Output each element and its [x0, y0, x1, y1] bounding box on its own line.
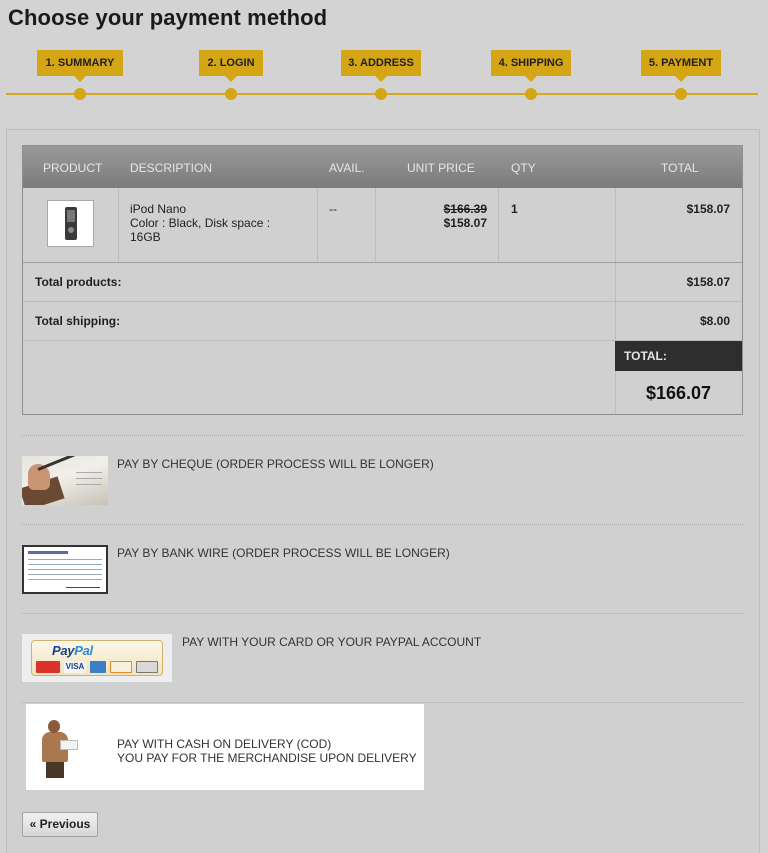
- page-title: Choose your payment method: [8, 5, 328, 30]
- cod-sublabel[interactable]: You pay for the merchandise upon deliver…: [117, 751, 417, 765]
- divider: [22, 702, 743, 703]
- paypal-image[interactable]: PayPal VISA: [22, 634, 172, 682]
- cheque-image[interactable]: [22, 456, 108, 505]
- step-payment: 5. PAYMENT: [641, 50, 721, 82]
- previous-button[interactable]: « Previous: [22, 812, 98, 837]
- col-total: Total: [661, 161, 699, 175]
- cart-summary-table: Product Description Avail. Unit price Qt…: [22, 145, 743, 415]
- discover-icon: [110, 661, 132, 673]
- grand-total: $166.07: [645, 383, 712, 403]
- cod-label[interactable]: Pay with cash on delivery (COD): [117, 737, 331, 751]
- step-dot: [225, 88, 237, 100]
- product-attributes: Color : Black, Disk space :: [130, 216, 271, 230]
- bank-card-icon: [136, 661, 158, 673]
- divider: [22, 524, 743, 525]
- amex-icon: [90, 661, 106, 673]
- total-label: TOTAL:: [615, 341, 742, 371]
- col-description: Description: [130, 161, 213, 175]
- col-avail: Avail.: [329, 161, 365, 175]
- bankwire-image[interactable]: [22, 545, 108, 594]
- product-qty: 1: [511, 202, 518, 216]
- col-unit-price: Unit price: [407, 161, 475, 175]
- paypal-logo-box: PayPal VISA: [31, 640, 163, 676]
- paypal-logo: PayPal: [52, 643, 93, 658]
- table-row: iPod Nano Color : Black, Disk space : 16…: [23, 188, 742, 263]
- step-dot: [74, 88, 86, 100]
- total-products-value: $158.07: [686, 275, 730, 289]
- step-dot: [675, 88, 687, 100]
- divider: [22, 613, 743, 614]
- mastercard-icon: [36, 661, 60, 673]
- col-product: Product: [43, 161, 103, 175]
- unit-price: $158.07: [443, 216, 487, 230]
- divider: [22, 435, 743, 436]
- col-qty: Qty: [511, 161, 536, 175]
- step-dot: [525, 88, 537, 100]
- step-login[interactable]: 2. LOGIN: [199, 50, 263, 82]
- product-availability: --: [329, 202, 337, 216]
- product-name[interactable]: iPod Nano: [130, 202, 186, 216]
- product-image[interactable]: [47, 200, 94, 247]
- bankwire-label[interactable]: Pay by bank wire (order process will be …: [117, 546, 450, 560]
- old-price: $166.39: [443, 202, 487, 216]
- step-dot: [375, 88, 387, 100]
- step-shipping[interactable]: 4. SHIPPING: [491, 50, 571, 82]
- visa-icon: VISA: [64, 661, 86, 673]
- ipod-icon: [65, 207, 77, 240]
- cheque-label[interactable]: Pay by cheque (order process will be lon…: [117, 457, 434, 471]
- total-shipping-label: Total shipping:: [35, 314, 121, 328]
- delivery-man-image: [38, 720, 82, 778]
- paypal-label[interactable]: Pay with your card or your PayPal accoun…: [182, 635, 481, 649]
- product-total: $158.07: [686, 202, 730, 216]
- total-shipping-value: $8.00: [699, 314, 730, 328]
- step-summary[interactable]: 1. SUMMARY: [37, 50, 123, 82]
- payment-option-cod[interactable]: Pay with cash on delivery (COD) You pay …: [26, 704, 424, 790]
- step-address[interactable]: 3. ADDRESS: [341, 50, 421, 82]
- table-header: Product Description Avail. Unit price Qt…: [23, 146, 742, 188]
- total-products-label: Total products:: [35, 275, 122, 289]
- product-attributes-cont: 16GB: [130, 230, 161, 244]
